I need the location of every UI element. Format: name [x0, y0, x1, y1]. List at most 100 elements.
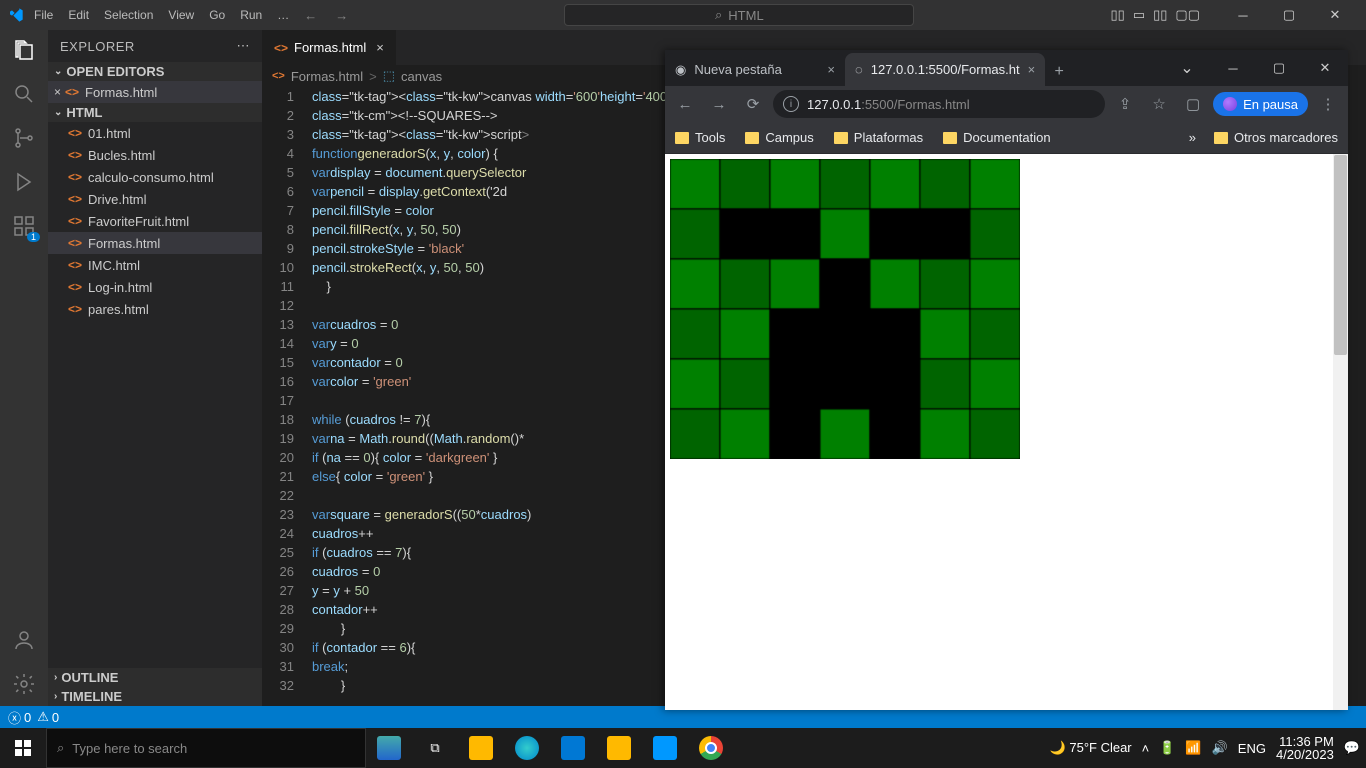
close-button[interactable]: ✕ [1302, 50, 1348, 86]
file-tree-item[interactable]: <>Drive.html [48, 188, 262, 210]
chrome-tabs: ◉Nueva pestaña× ◌127.0.0.1:5500/Formas.h… [665, 50, 1348, 86]
search-icon[interactable] [12, 82, 36, 106]
back-button[interactable]: ← [671, 90, 699, 118]
weather-widget[interactable]: 🌙 75°F Clear [1050, 740, 1132, 756]
layout-icon[interactable]: ▯▯ [1153, 7, 1167, 23]
file-tree-item[interactable]: <>calculo-consumo.html [48, 166, 262, 188]
nav-forward-icon[interactable]: → [335, 8, 348, 23]
maximize-button[interactable]: ▢ [1256, 50, 1302, 86]
minimize-button[interactable]: ─ [1220, 0, 1266, 30]
file-tree-item[interactable]: <>pares.html [48, 298, 262, 320]
source-control-icon[interactable] [12, 126, 36, 150]
command-center-search[interactable]: ⌕HTML [564, 4, 914, 26]
start-button[interactable] [0, 728, 46, 768]
maximize-button[interactable]: ▢ [1266, 0, 1312, 30]
news-widget-icon[interactable] [366, 728, 412, 768]
sticky-notes-icon[interactable] [596, 728, 642, 768]
task-view-icon[interactable]: ⧉ [412, 728, 458, 768]
chrome-tab-active[interactable]: ◌127.0.0.1:5500/Formas.ht× [845, 53, 1045, 86]
bookmarks-overflow-icon[interactable]: » [1189, 130, 1196, 145]
close-icon[interactable]: × [827, 62, 835, 77]
warnings-indicator[interactable]: ⚠0 [37, 709, 59, 725]
chrome-toolbar: ← → ⟳ i127.0.0.1:5500/Formas.html ⇪ ☆ ▢ … [665, 86, 1348, 122]
mail-icon[interactable] [550, 728, 596, 768]
taskbar-search[interactable]: ⌕Type here to search [46, 728, 366, 768]
open-editors-header[interactable]: ⌄OPEN EDITORS [48, 62, 262, 81]
html-file-icon: <> [68, 148, 82, 162]
bookmark-folder[interactable]: Documentation [943, 130, 1050, 145]
menu-edit[interactable]: Edit [68, 8, 89, 22]
windows-taskbar: ⌕Type here to search ⧉ 🌙 75°F Clear ˄ 🔋 … [0, 728, 1366, 768]
kebab-menu-icon[interactable]: ⋮ [1314, 90, 1342, 118]
vscode-icon[interactable] [642, 728, 688, 768]
file-explorer-icon[interactable] [458, 728, 504, 768]
close-icon[interactable]: × [1028, 62, 1036, 77]
layout-icon[interactable]: ▢▢ [1175, 7, 1200, 23]
menu-more[interactable]: … [277, 8, 289, 22]
outline-header[interactable]: ›OUTLINE [48, 668, 262, 687]
html-file-icon: <> [68, 302, 82, 316]
folder-icon [675, 132, 689, 144]
close-icon[interactable]: × [54, 85, 61, 99]
layout-icon[interactable]: ▭ [1133, 7, 1145, 23]
volume-icon[interactable]: 🔊 [1212, 740, 1228, 756]
account-icon[interactable] [12, 628, 36, 652]
bookmark-star-icon[interactable]: ☆ [1145, 90, 1173, 118]
menu-go[interactable]: Go [209, 8, 225, 22]
url-bar[interactable]: i127.0.0.1:5500/Formas.html [773, 90, 1105, 118]
menu-run[interactable]: Run [240, 8, 262, 22]
errors-indicator[interactable]: ⓧ0 [8, 708, 31, 727]
tray-chevron-icon[interactable]: ˄ [1142, 741, 1150, 756]
folder-header[interactable]: ⌄HTML [48, 103, 262, 122]
chrome-more-icon[interactable]: ⌄ [1164, 50, 1210, 86]
chrome-window: ◉Nueva pestaña× ◌127.0.0.1:5500/Formas.h… [665, 50, 1348, 710]
nav-back-icon[interactable]: ← [304, 8, 317, 23]
open-editor-item[interactable]: ×<>Formas.html [48, 81, 262, 103]
language-indicator[interactable]: ENG [1238, 741, 1266, 756]
search-icon: ⌕ [57, 740, 64, 756]
close-button[interactable]: ✕ [1312, 0, 1358, 30]
extensions-icon[interactable]: 1 [12, 214, 36, 238]
file-tree-item[interactable]: <>01.html [48, 122, 262, 144]
chrome-taskbar-icon[interactable] [688, 728, 734, 768]
file-tree-item[interactable]: <>Log-in.html [48, 276, 262, 298]
close-icon[interactable]: × [376, 40, 384, 55]
html-file-icon: <> [68, 236, 82, 250]
run-debug-icon[interactable] [12, 170, 36, 194]
scrollbar-thumb[interactable] [1334, 155, 1347, 355]
activity-bar: 1 [0, 30, 48, 706]
menu-view[interactable]: View [168, 8, 194, 22]
editor-tab[interactable]: <>Formas.html× [262, 30, 397, 65]
clock[interactable]: 11:36 PM4/20/2023 [1276, 735, 1334, 761]
explorer-icon[interactable] [12, 38, 36, 62]
bookmark-folder[interactable]: Tools [675, 130, 725, 145]
layout-icon[interactable]: ▯▯ [1111, 7, 1125, 23]
reload-button[interactable]: ⟳ [739, 90, 767, 118]
forward-button[interactable]: → [705, 90, 733, 118]
menu-file[interactable]: File [34, 8, 53, 22]
profile-paused-pill[interactable]: En pausa [1213, 92, 1308, 116]
timeline-header[interactable]: ›TIMELINE [48, 687, 262, 706]
canvas-output [670, 159, 1020, 459]
file-tree-item[interactable]: <>IMC.html [48, 254, 262, 276]
bookmark-folder[interactable]: Plataformas [834, 130, 923, 145]
wifi-icon[interactable]: 📶 [1185, 740, 1201, 756]
share-icon[interactable]: ⇪ [1111, 90, 1139, 118]
settings-gear-icon[interactable] [12, 672, 36, 696]
side-panel-icon[interactable]: ▢ [1179, 90, 1207, 118]
edge-icon[interactable] [504, 728, 550, 768]
file-tree-item[interactable]: <>Bucles.html [48, 144, 262, 166]
bookmark-folder[interactable]: Campus [745, 130, 813, 145]
more-icon[interactable]: ⋯ [237, 38, 251, 54]
site-info-icon[interactable]: i [783, 96, 799, 112]
new-tab-button[interactable]: + [1045, 58, 1073, 86]
scrollbar[interactable] [1333, 154, 1348, 710]
notifications-icon[interactable]: 💬 [1344, 740, 1360, 756]
minimize-button[interactable]: ─ [1210, 50, 1256, 86]
file-tree-item[interactable]: <>FavoriteFruit.html [48, 210, 262, 232]
other-bookmarks[interactable]: Otros marcadores [1214, 130, 1338, 145]
file-tree-item[interactable]: <>Formas.html [48, 232, 262, 254]
chrome-tab[interactable]: ◉Nueva pestaña× [665, 53, 845, 86]
menu-selection[interactable]: Selection [104, 8, 153, 22]
battery-icon[interactable]: 🔋 [1159, 740, 1175, 756]
